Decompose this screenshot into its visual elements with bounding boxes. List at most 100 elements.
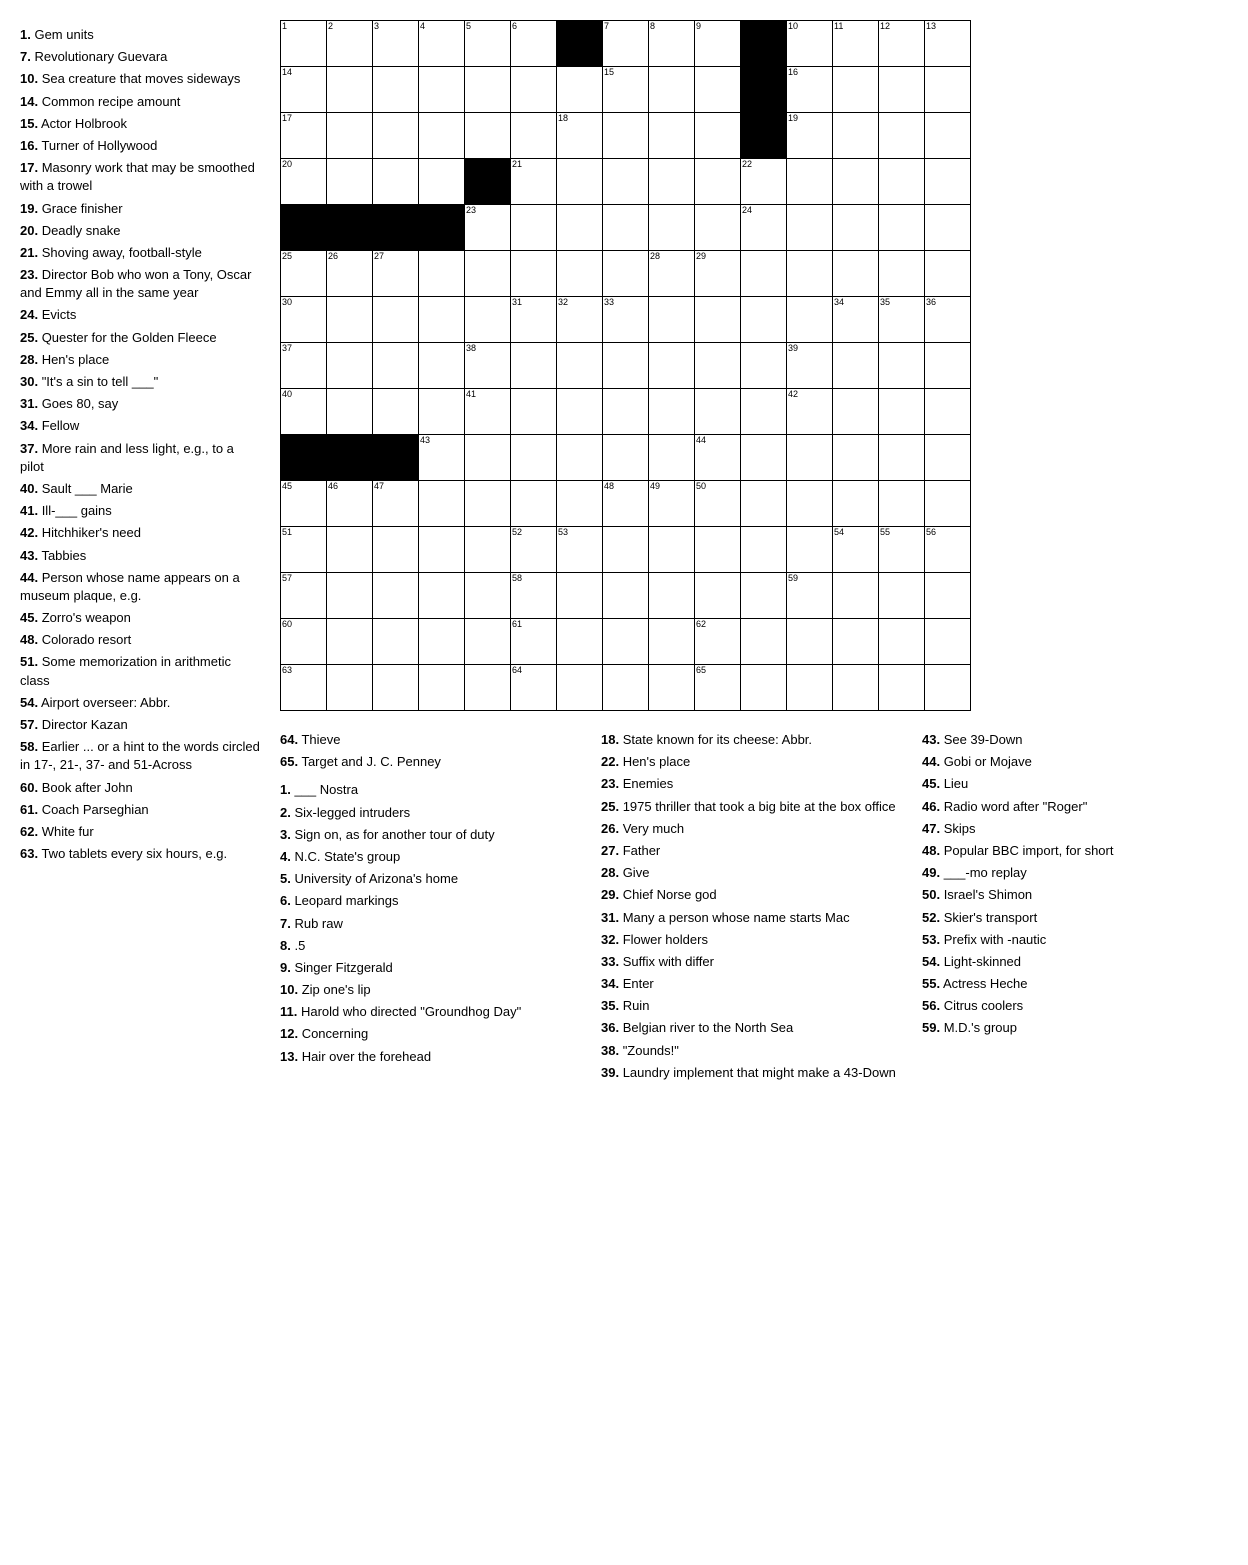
cell-12-7[interactable] xyxy=(603,573,649,619)
cell-4-0[interactable] xyxy=(281,205,327,251)
cell-7-1[interactable] xyxy=(327,343,373,389)
cell-11-1[interactable] xyxy=(327,527,373,573)
cell-13-10[interactable] xyxy=(741,619,787,665)
cell-10-1[interactable]: 46 xyxy=(327,481,373,527)
cell-10-5[interactable] xyxy=(511,481,557,527)
cell-11-6[interactable]: 53 xyxy=(557,527,603,573)
cell-10-12[interactable] xyxy=(833,481,879,527)
cell-11-5[interactable]: 52 xyxy=(511,527,557,573)
cell-9-1[interactable] xyxy=(327,435,373,481)
cell-10-9[interactable]: 50 xyxy=(695,481,741,527)
cell-11-7[interactable] xyxy=(603,527,649,573)
cell-1-1[interactable] xyxy=(327,67,373,113)
cell-10-6[interactable] xyxy=(557,481,603,527)
cell-9-9[interactable]: 44 xyxy=(695,435,741,481)
cell-2-14[interactable] xyxy=(925,113,971,159)
cell-4-8[interactable] xyxy=(649,205,695,251)
cell-7-3[interactable] xyxy=(419,343,465,389)
cell-8-10[interactable] xyxy=(741,389,787,435)
cell-11-14[interactable]: 56 xyxy=(925,527,971,573)
cell-11-8[interactable] xyxy=(649,527,695,573)
cell-8-7[interactable] xyxy=(603,389,649,435)
cell-2-10[interactable] xyxy=(741,113,787,159)
cell-2-13[interactable] xyxy=(879,113,925,159)
cell-8-8[interactable] xyxy=(649,389,695,435)
cell-10-11[interactable] xyxy=(787,481,833,527)
cell-5-3[interactable] xyxy=(419,251,465,297)
cell-13-6[interactable] xyxy=(557,619,603,665)
cell-10-10[interactable] xyxy=(741,481,787,527)
cell-5-7[interactable] xyxy=(603,251,649,297)
cell-8-0[interactable]: 40 xyxy=(281,389,327,435)
cell-9-10[interactable] xyxy=(741,435,787,481)
cell-5-11[interactable] xyxy=(787,251,833,297)
cell-6-9[interactable] xyxy=(695,297,741,343)
cell-6-14[interactable]: 36 xyxy=(925,297,971,343)
cell-1-6[interactable] xyxy=(557,67,603,113)
cell-14-10[interactable] xyxy=(741,665,787,711)
cell-0-14[interactable]: 13 xyxy=(925,21,971,67)
cell-7-5[interactable] xyxy=(511,343,557,389)
cell-6-11[interactable] xyxy=(787,297,833,343)
cell-4-9[interactable] xyxy=(695,205,741,251)
cell-8-14[interactable] xyxy=(925,389,971,435)
cell-1-0[interactable]: 14 xyxy=(281,67,327,113)
cell-2-3[interactable] xyxy=(419,113,465,159)
cell-6-2[interactable] xyxy=(373,297,419,343)
cell-10-3[interactable] xyxy=(419,481,465,527)
cell-2-8[interactable] xyxy=(649,113,695,159)
cell-5-8[interactable]: 28 xyxy=(649,251,695,297)
cell-14-4[interactable] xyxy=(465,665,511,711)
cell-5-0[interactable]: 25 xyxy=(281,251,327,297)
cell-9-8[interactable] xyxy=(649,435,695,481)
cell-2-2[interactable] xyxy=(373,113,419,159)
cell-8-1[interactable] xyxy=(327,389,373,435)
cell-6-3[interactable] xyxy=(419,297,465,343)
cell-2-4[interactable] xyxy=(465,113,511,159)
cell-13-12[interactable] xyxy=(833,619,879,665)
cell-8-9[interactable] xyxy=(695,389,741,435)
cell-6-4[interactable] xyxy=(465,297,511,343)
cell-4-3[interactable] xyxy=(419,205,465,251)
cell-13-5[interactable]: 61 xyxy=(511,619,557,665)
cell-11-9[interactable] xyxy=(695,527,741,573)
cell-9-5[interactable] xyxy=(511,435,557,481)
cell-0-12[interactable]: 11 xyxy=(833,21,879,67)
cell-13-13[interactable] xyxy=(879,619,925,665)
cell-9-6[interactable] xyxy=(557,435,603,481)
cell-0-11[interactable]: 10 xyxy=(787,21,833,67)
cell-12-9[interactable] xyxy=(695,573,741,619)
cell-11-10[interactable] xyxy=(741,527,787,573)
cell-3-2[interactable] xyxy=(373,159,419,205)
cell-4-10[interactable]: 24 xyxy=(741,205,787,251)
cell-14-7[interactable] xyxy=(603,665,649,711)
cell-4-1[interactable] xyxy=(327,205,373,251)
cell-7-13[interactable] xyxy=(879,343,925,389)
cell-6-13[interactable]: 35 xyxy=(879,297,925,343)
cell-5-1[interactable]: 26 xyxy=(327,251,373,297)
cell-1-12[interactable] xyxy=(833,67,879,113)
cell-5-13[interactable] xyxy=(879,251,925,297)
cell-0-10[interactable] xyxy=(741,21,787,67)
cell-13-1[interactable] xyxy=(327,619,373,665)
cell-13-7[interactable] xyxy=(603,619,649,665)
cell-6-1[interactable] xyxy=(327,297,373,343)
cell-1-2[interactable] xyxy=(373,67,419,113)
cell-11-11[interactable] xyxy=(787,527,833,573)
cell-4-14[interactable] xyxy=(925,205,971,251)
cell-0-3[interactable]: 4 xyxy=(419,21,465,67)
cell-9-2[interactable] xyxy=(373,435,419,481)
cell-6-8[interactable] xyxy=(649,297,695,343)
cell-6-6[interactable]: 32 xyxy=(557,297,603,343)
cell-4-11[interactable] xyxy=(787,205,833,251)
cell-8-2[interactable] xyxy=(373,389,419,435)
cell-2-11[interactable]: 19 xyxy=(787,113,833,159)
cell-12-6[interactable] xyxy=(557,573,603,619)
cell-11-2[interactable] xyxy=(373,527,419,573)
cell-7-11[interactable]: 39 xyxy=(787,343,833,389)
cell-0-4[interactable]: 5 xyxy=(465,21,511,67)
cell-4-2[interactable] xyxy=(373,205,419,251)
cell-9-3[interactable]: 43 xyxy=(419,435,465,481)
cell-0-13[interactable]: 12 xyxy=(879,21,925,67)
cell-13-14[interactable] xyxy=(925,619,971,665)
